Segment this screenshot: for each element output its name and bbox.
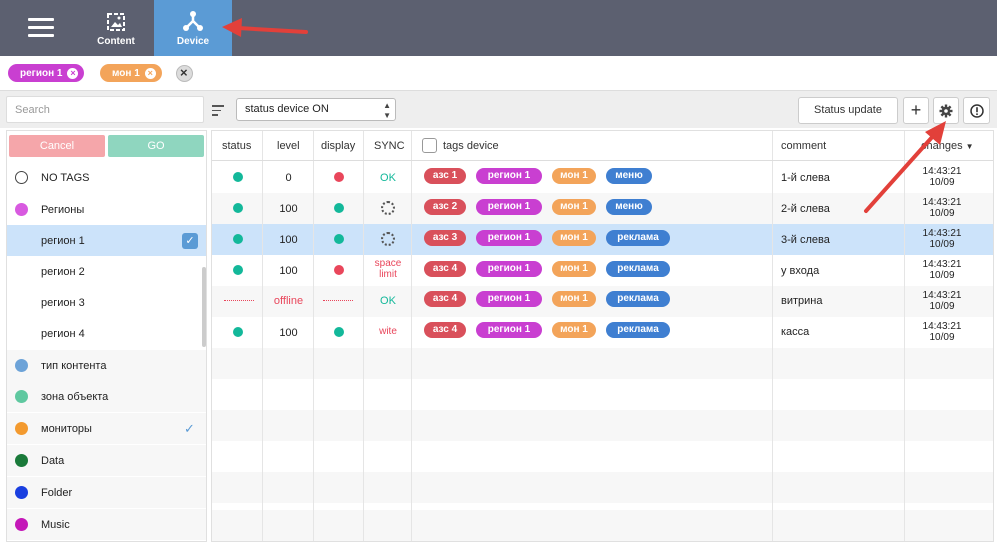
annotation-arrows	[222, 18, 946, 213]
arrow-to-device-tab	[222, 18, 308, 37]
arrow-to-settings-button	[864, 121, 946, 213]
